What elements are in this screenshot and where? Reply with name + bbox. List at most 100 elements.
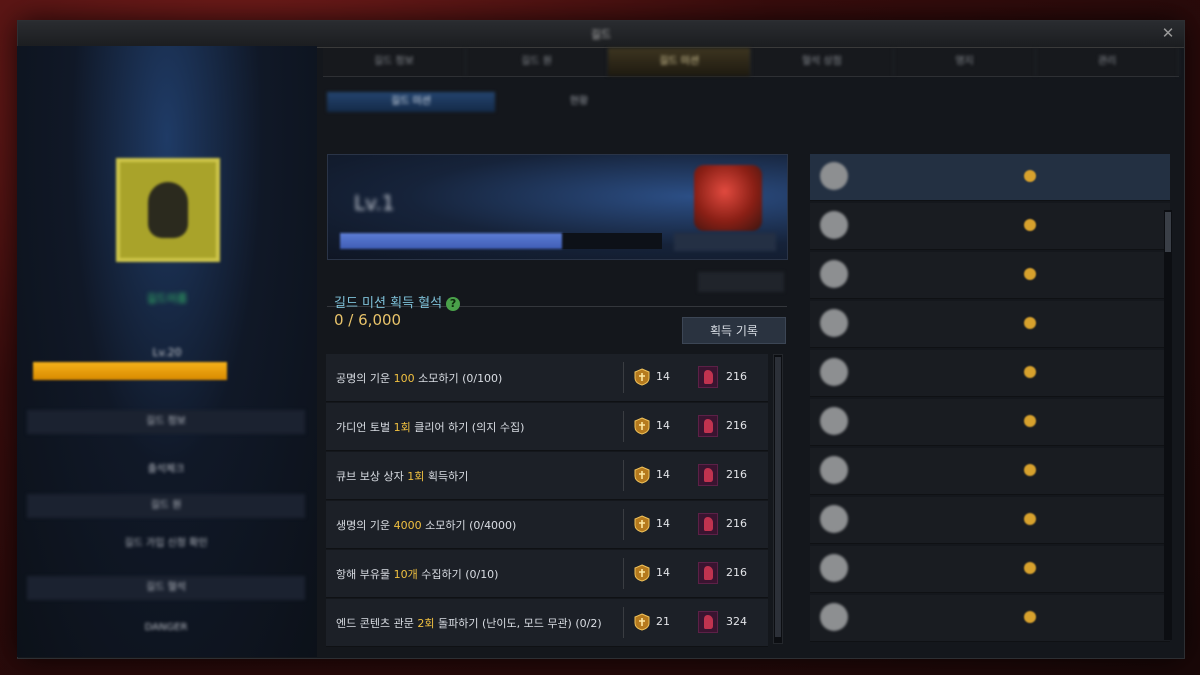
mission-row[interactable]: 항해 부유물 10개 수집하기 (0/10) 14 216 [326,550,768,598]
subtab-mission[interactable]: 길드 미션 [327,92,495,112]
mission-text-post: 수집하기 (0/10) [417,568,499,581]
member-avatar [820,603,848,631]
lion-icon [148,182,188,238]
mission-separator [623,558,624,589]
coin-icon [1024,513,1036,525]
reward-check-button[interactable] [674,233,776,251]
bloodstone-icon [698,366,718,388]
reward-bloodstone: 216 [726,468,747,481]
mission-text-pre: 생명의 기운 [336,519,394,532]
window-title: 길드 [590,28,612,41]
mission-separator [623,362,624,393]
mission-bloodstone-progress: 0 / 6,000 [334,311,402,329]
mission-list-scrollbar[interactable] [773,354,783,644]
mission-row[interactable]: 공명의 기운 100 소모하기 (0/100) 14 216 [326,354,768,402]
close-icon[interactable]: ✕ [1158,23,1178,43]
ranking-row[interactable] [810,497,1170,544]
subtab-status[interactable]: 현황 [495,92,663,112]
ranking-scrollbar[interactable] [1164,210,1172,640]
guild-coin-icon [634,368,650,386]
mission-row[interactable]: 가디언 토벌 1회 클리어 하기 (의지 수집) 14 216 [326,403,768,451]
mission-text-post: 돌파하기 (난이도, 모드 무관) (0/2) [434,617,602,630]
member-avatar [820,260,848,288]
guild-coin-icon [634,515,650,533]
tab-shop[interactable]: 혈석 상점 [751,48,894,76]
mission-level-label: Lv.1 [354,191,395,215]
reward-guild-coin: 14 [656,419,670,432]
ranking-row[interactable] [810,301,1170,348]
mission-text: 생명의 기운 4000 소모하기 (0/4000) [336,517,516,533]
mission-separator [623,509,624,540]
bloodstone-icon [698,611,718,633]
ranking-panel [806,120,1178,642]
coin-icon [1024,611,1036,623]
member-avatar [820,358,848,386]
guild-info-panel: 길드이름 Lv.20 길드 정보 출석체크 길드 원 길드 가입 신청 확인 길… [17,46,317,657]
reward-bloodstone: 216 [726,517,747,530]
menu-join-requests[interactable]: 길드 가입 신청 확인 [27,534,305,549]
mission-text-highlight: 2회 [417,617,435,630]
acquisition-history-button[interactable]: 획득 기록 [682,317,786,344]
tab-guild-info[interactable]: 길드 정보 [323,48,466,76]
tab-territory[interactable]: 영지 [894,48,1037,76]
bloodstone-icon [698,464,718,486]
mission-row[interactable]: 큐브 보상 상자 1회 획득하기 14 216 [326,452,768,500]
mission-text: 항해 부유물 10개 수집하기 (0/10) [336,566,498,582]
mission-row[interactable]: 생명의 기운 4000 소모하기 (0/4000) 14 216 [326,501,768,549]
mission-level-progress [340,233,662,249]
ranking-row[interactable] [810,252,1170,299]
mission-level-progress-fill [340,233,563,249]
mission-list: 공명의 기운 100 소모하기 (0/100) 14 216 가디언 토벌 1회 클리… [326,354,768,647]
menu-attendance[interactable]: 출석체크 [27,460,305,475]
reward-bloodstone: 216 [726,370,747,383]
coin-icon [1024,464,1036,476]
guild-emblem [116,158,220,262]
menu-guild-members[interactable]: 길드 원 [27,494,305,518]
ranking-row[interactable] [810,203,1170,250]
mission-text-post: 획득하기 [424,470,469,483]
reward-chest-icon[interactable] [694,165,762,231]
member-avatar [820,407,848,435]
ranking-row[interactable] [810,350,1170,397]
ranking-row[interactable] [810,448,1170,495]
help-icon[interactable]: ? [446,296,461,311]
coin-icon [1024,219,1036,231]
reward-bloodstone: 216 [726,419,747,432]
mission-separator [623,411,624,442]
mission-text-highlight: 100 [393,372,415,385]
member-avatar [820,554,848,582]
member-avatar [820,456,848,484]
coin-icon [1024,317,1036,329]
hint-button[interactable] [698,272,784,292]
mission-separator [623,460,624,491]
menu-bloodstone[interactable]: 길드 혈석 [27,576,305,600]
member-avatar [820,211,848,239]
guild-coin-icon [634,466,650,484]
bloodstone-icon [698,513,718,535]
mission-level-banner: Lv.1 [327,154,788,260]
mission-text-post: 소모하기 (0/100) [414,372,503,385]
mission-text-pre: 엔드 콘텐츠 관문 [336,617,418,630]
guild-coin-icon [634,564,650,582]
reward-guild-coin: 14 [656,517,670,530]
reward-guild-coin: 14 [656,566,670,579]
mission-text-highlight: 4000 [393,519,422,532]
tab-guild-mission[interactable]: 길드 미션 [608,48,752,76]
ranking-row[interactable] [810,399,1170,446]
tab-members[interactable]: 길드 원 [466,48,609,76]
mission-list-scroll-thumb[interactable] [775,357,781,637]
menu-guild-info[interactable]: 길드 정보 [27,410,305,434]
bloodstone-icon [698,415,718,437]
ranking-row[interactable] [810,546,1170,593]
ranking-row[interactable] [810,595,1170,642]
guild-coin-icon [634,613,650,631]
ranking-row[interactable] [810,154,1170,201]
mission-row[interactable]: 엔드 콘텐츠 관문 2회 돌파하기 (난이도, 모드 무관) (0/2) 21 32… [326,599,768,647]
member-avatar [820,162,848,190]
ranking-scroll-thumb[interactable] [1165,212,1171,252]
tab-manage[interactable]: 관리 [1036,48,1180,76]
reward-guild-coin: 14 [656,370,670,383]
reward-guild-coin: 14 [656,468,670,481]
sub-tabs: 길드 미션 현황 [327,92,795,112]
menu-danger[interactable]: DANGER [27,622,305,633]
